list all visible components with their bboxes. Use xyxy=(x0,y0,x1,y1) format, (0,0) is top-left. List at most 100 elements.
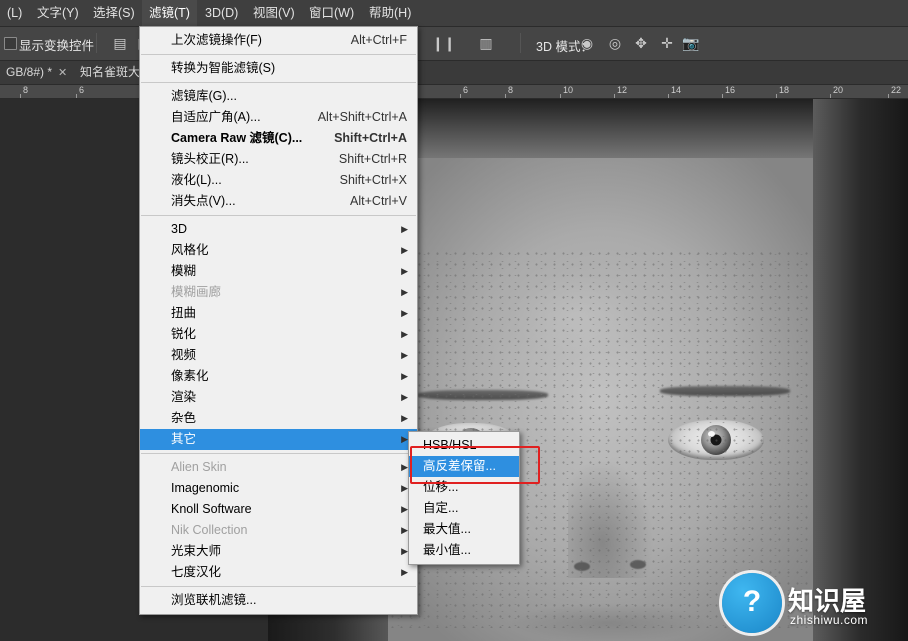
close-icon[interactable]: ✕ xyxy=(58,67,67,79)
menu-separator xyxy=(141,54,416,55)
filter-menu-item-24[interactable]: Imagenomic ▶ xyxy=(140,478,417,499)
filter-menu-item-label: 液化(L)... xyxy=(171,173,222,187)
filter-menu-item-26[interactable]: Nik Collection ▶ xyxy=(140,520,417,541)
ruler-label: 20 xyxy=(833,85,844,95)
filter-menu-item-25[interactable]: Knoll Software ▶ xyxy=(140,499,417,520)
watermark-url: zhishiwu.com xyxy=(790,613,869,627)
filter-menu-item-label: 杂色 xyxy=(171,411,197,425)
other-submenu-item-2[interactable]: 位移... xyxy=(409,477,519,498)
menu-shortcut: Shift+Ctrl+R xyxy=(338,152,407,166)
slide-3d-icon[interactable]: ✛ xyxy=(658,35,676,51)
ruler-label: 12 xyxy=(617,85,628,95)
other-submenu-item-1[interactable]: 高反差保留... xyxy=(409,456,519,477)
chevron-right-icon: ▶ xyxy=(401,308,408,318)
chevron-right-icon: ▶ xyxy=(401,224,408,234)
other-submenu-item-0[interactable]: HSB/HSL xyxy=(409,435,519,456)
filter-menu-item-4[interactable]: 滤镜库(G)... xyxy=(140,86,417,107)
filter-menu-item-6[interactable]: Camera Raw 滤镜(C)... Shift+Ctrl+A xyxy=(140,128,417,149)
chevron-right-icon: ▶ xyxy=(401,371,408,381)
chevron-right-icon: ▶ xyxy=(401,434,408,444)
chevron-right-icon: ▶ xyxy=(401,483,408,493)
filter-menu-item-11[interactable]: 3D ▶ xyxy=(140,219,417,240)
options-separator-1 xyxy=(96,33,97,53)
menubar-item-3[interactable]: 滤镜(T) xyxy=(142,0,197,26)
ruler-label: 22 xyxy=(891,85,902,95)
filter-menu-item-13[interactable]: 模糊 ▶ xyxy=(140,261,417,282)
watermark-badge-icon: ? xyxy=(722,573,782,633)
filter-menu-item-label: 3D xyxy=(171,222,187,236)
image-hair-right xyxy=(813,98,908,641)
filter-menu-item-15[interactable]: 扭曲 ▶ xyxy=(140,303,417,324)
other-submenu-item-3[interactable]: 自定... xyxy=(409,498,519,519)
menubar-item-7[interactable]: 帮助(H) xyxy=(362,0,418,26)
menubar-item-0[interactable]: (L) xyxy=(0,0,29,26)
menubar-item-1[interactable]: 文字(Y) xyxy=(30,0,86,26)
filter-menu-item-7[interactable]: 镜头校正(R)... Shift+Ctrl+R xyxy=(140,149,417,170)
menu-separator xyxy=(141,453,416,454)
menu-shortcut: Shift+Ctrl+X xyxy=(339,173,407,187)
ruler-label: 10 xyxy=(563,85,574,95)
filter-menu-item-21[interactable]: 其它 ▶ xyxy=(140,429,417,450)
chevron-right-icon: ▶ xyxy=(401,567,408,577)
filter-menu-item-label: 浏览联机滤镜... xyxy=(171,593,257,607)
filter-menu-item-0[interactable]: 上次滤镜操作(F) Alt+Ctrl+F xyxy=(140,30,417,51)
filter-menu[interactable]: 上次滤镜操作(F) Alt+Ctrl+F 转换为智能滤镜(S) 滤镜库(G)... 自适… xyxy=(139,26,418,615)
filter-menu-item-label: 模糊 xyxy=(171,264,197,278)
filter-menu-item-19[interactable]: 渲染 ▶ xyxy=(140,387,417,408)
menubar-item-6[interactable]: 窗口(W) xyxy=(302,0,361,26)
grid-icon[interactable]: ▥ xyxy=(478,35,494,51)
show-transform-controls-checkbox[interactable] xyxy=(4,37,17,50)
filter-menu-item-label: 消失点(V)... xyxy=(171,194,236,208)
other-submenu[interactable]: HSB/HSL 高反差保留... 位移... 自定... 最大值... 最小值... xyxy=(408,431,520,565)
rotate-3d-icon[interactable]: ◉ xyxy=(578,35,596,51)
roll-3d-icon[interactable]: ◎ xyxy=(606,35,624,51)
ruler-tick xyxy=(76,94,77,98)
filter-menu-item-label: 视频 xyxy=(171,348,197,362)
menu-shortcut: Alt+Ctrl+V xyxy=(350,194,407,208)
filter-menu-item-14[interactable]: 模糊画廊 ▶ xyxy=(140,282,417,303)
filter-menu-item-23[interactable]: Alien Skin ▶ xyxy=(140,457,417,478)
document-tab-0[interactable]: GB/8#) * ✕ xyxy=(0,60,73,84)
menubar-item-2[interactable]: 选择(S) xyxy=(86,0,142,26)
pause-bars-icon[interactable]: ❙❙ xyxy=(432,35,455,51)
document-tabbar[interactable]: GB/8#) * ✕ 知名雀斑大 xyxy=(0,60,908,85)
filter-menu-item-9[interactable]: 消失点(V)... Alt+Ctrl+V xyxy=(140,191,417,212)
filter-menu-item-label: Alien Skin xyxy=(171,460,227,474)
filter-menu-item-20[interactable]: 杂色 ▶ xyxy=(140,408,417,429)
ruler-tick xyxy=(776,94,777,98)
menu-shortcut: Alt+Ctrl+F xyxy=(350,33,407,47)
ruler-tick xyxy=(560,94,561,98)
filter-menu-item-16[interactable]: 锐化 ▶ xyxy=(140,324,417,345)
menubar-item-5[interactable]: 视图(V) xyxy=(246,0,302,26)
ruler-label: 14 xyxy=(671,85,682,95)
document-tab-1[interactable]: 知名雀斑大 xyxy=(74,60,146,84)
camera-3d-icon[interactable]: 📷 xyxy=(682,35,700,51)
filter-menu-item-5[interactable]: 自适应广角(A)... Alt+Shift+Ctrl+A xyxy=(140,107,417,128)
options-bar[interactable]: 显示变换控件 3D 模式： ▤▥▦▤▥▦▣❙❙▥◉◎✥✛📷 xyxy=(0,26,908,61)
filter-menu-item-label: Imagenomic xyxy=(171,481,240,495)
align-left-icon[interactable]: ▤ xyxy=(112,35,128,51)
menu-separator xyxy=(141,82,416,83)
ruler-label: 8 xyxy=(508,85,514,95)
other-submenu-item-5[interactable]: 最小值... xyxy=(409,540,519,561)
menu-bar[interactable]: (L) 文字(Y) 选择(S) 滤镜(T) 3D(D) 视图(V) 窗口(W) 帮助(H) xyxy=(0,0,908,27)
filter-menu-item-8[interactable]: 液化(L)... Shift+Ctrl+X xyxy=(140,170,417,191)
chevron-right-icon: ▶ xyxy=(401,392,408,402)
filter-menu-item-label: 模糊画廊 xyxy=(171,285,222,299)
filter-menu-item-28[interactable]: 七度汉化 ▶ xyxy=(140,562,417,583)
filter-menu-item-label: 自适应广角(A)... xyxy=(171,110,261,124)
filter-menu-item-17[interactable]: 视频 ▶ xyxy=(140,345,417,366)
filter-menu-item-2[interactable]: 转换为智能滤镜(S) xyxy=(140,58,417,79)
filter-menu-item-12[interactable]: 风格化 ▶ xyxy=(140,240,417,261)
filter-menu-item-30[interactable]: 浏览联机滤镜... xyxy=(140,590,417,611)
filter-menu-item-label: 风格化 xyxy=(171,243,209,257)
other-submenu-item-4[interactable]: 最大值... xyxy=(409,519,519,540)
pan-3d-icon[interactable]: ✥ xyxy=(632,35,650,51)
chevron-right-icon: ▶ xyxy=(401,329,408,339)
filter-menu-item-label: 渲染 xyxy=(171,390,197,404)
ruler-tick xyxy=(668,94,669,98)
filter-menu-item-18[interactable]: 像素化 ▶ xyxy=(140,366,417,387)
menubar-item-4[interactable]: 3D(D) xyxy=(198,0,245,26)
ruler-tick xyxy=(614,94,615,98)
filter-menu-item-27[interactable]: 光束大师 ▶ xyxy=(140,541,417,562)
